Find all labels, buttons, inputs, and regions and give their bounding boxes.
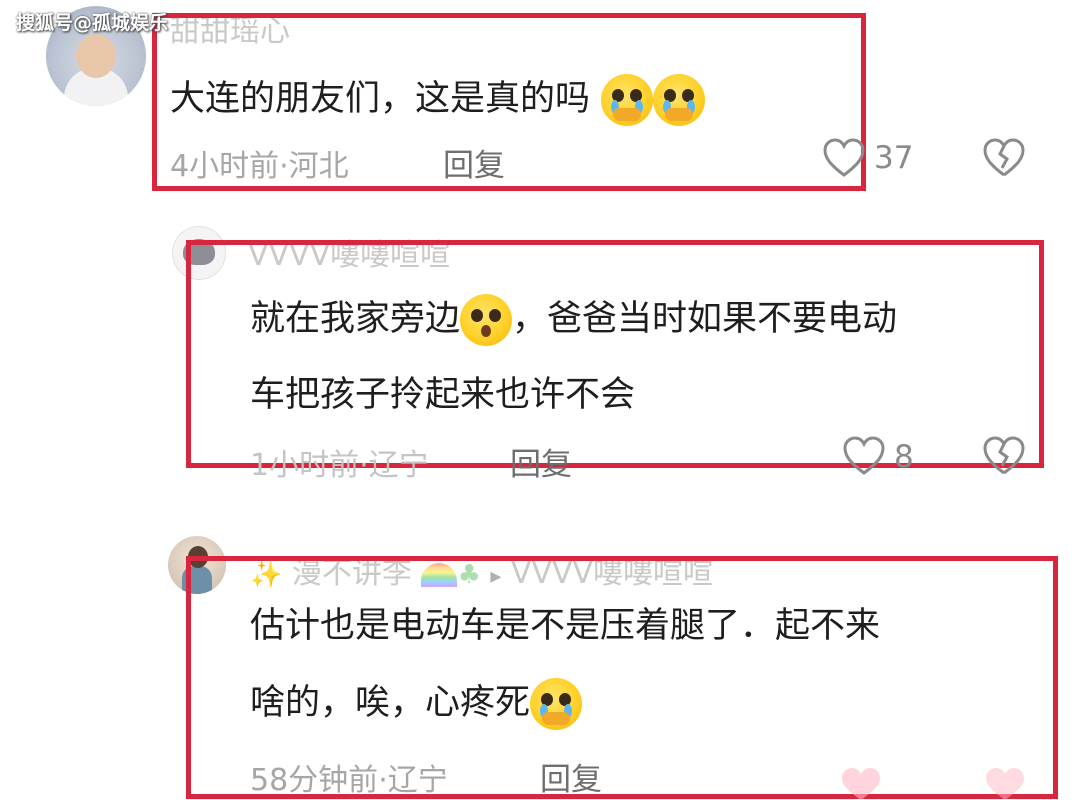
timestamp: 1小时前	[250, 448, 360, 483]
location: 辽宁	[387, 763, 448, 798]
dislike-icon[interactable]	[982, 766, 1028, 800]
crying-hands-emoji-icon	[601, 74, 654, 126]
location: 河北	[288, 149, 349, 184]
like-icon[interactable]	[842, 436, 886, 476]
comment-text: 估计也是电动车是不是压着腿了．起不来	[250, 606, 881, 646]
like-icon[interactable]	[838, 766, 884, 800]
dislike-icon[interactable]	[982, 138, 1026, 178]
crying-hands-emoji-icon	[530, 678, 583, 730]
reply-button[interactable]: 回复	[510, 439, 572, 484]
watermark: 搜狐号@孤城娱乐	[16, 12, 169, 34]
reply-button[interactable]: 回复	[443, 140, 505, 185]
timestamp: 58分钟前	[250, 763, 379, 798]
reply-button[interactable]: 回复	[540, 754, 602, 799]
comment-meta: 4小时前·河北	[170, 149, 349, 184]
comment-meta: 1小时前·辽宁	[250, 448, 429, 483]
comment-text: 大连的朋友们，这是真的吗	[170, 74, 706, 126]
comment-text-line2: 啥的，唉，心疼死	[250, 678, 583, 730]
dislike-icon[interactable]	[982, 436, 1026, 476]
like-icon[interactable]	[822, 138, 866, 178]
like-count: 37	[874, 140, 914, 176]
pleading-face-emoji-icon	[460, 294, 513, 346]
like-count: 8	[894, 439, 914, 475]
comment-meta: 58分钟前·辽宁	[250, 763, 448, 798]
highlight-box	[186, 240, 1044, 468]
comment-text: 就在我家旁边 ，爸爸当时如果不要电动	[250, 294, 897, 346]
location: 辽宁	[368, 448, 429, 483]
crying-hands-emoji-icon	[653, 74, 706, 126]
comment-text-line2: 车把孩子拎起来也许不会	[250, 375, 636, 415]
timestamp: 4小时前	[170, 149, 280, 184]
